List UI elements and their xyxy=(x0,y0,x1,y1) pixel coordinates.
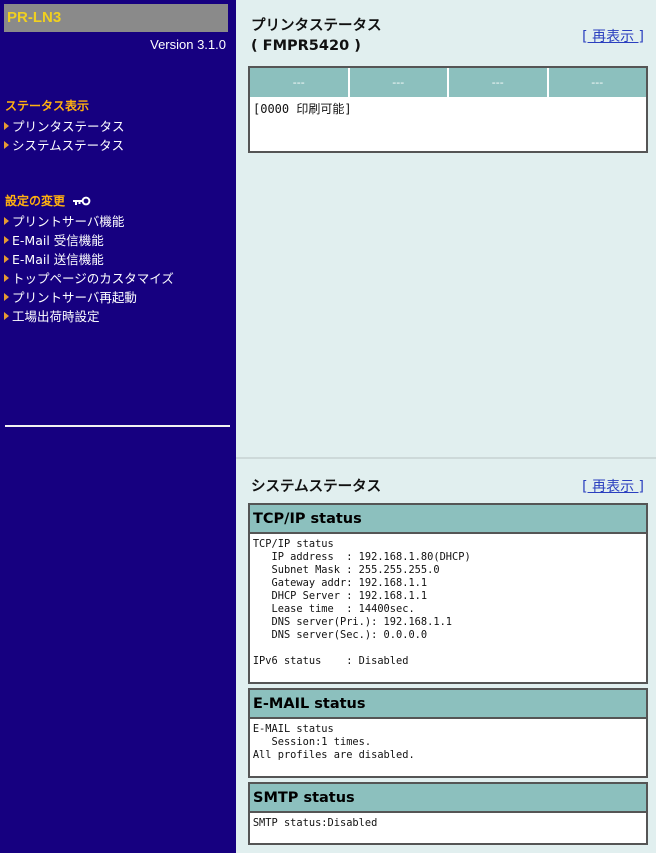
arrow-right-icon xyxy=(4,274,9,282)
printer-status-table: --- --- --- --- [0000 印刷可能] xyxy=(248,66,648,153)
menu-item-label: E-Mail 受信機能 xyxy=(12,233,104,248)
printer-refresh-link[interactable]: [ 再表示 ] xyxy=(582,26,644,46)
arrow-right-icon xyxy=(4,236,9,244)
brand-name: PR-LN3 xyxy=(7,9,62,26)
status-column-header: --- xyxy=(548,68,646,97)
system-refresh-link[interactable]: [ 再表示 ] xyxy=(582,476,644,496)
version-label: Version 3.1.0 xyxy=(150,37,226,52)
email-status-box: E-MAIL status E-MAIL status Session:1 ti… xyxy=(248,688,648,778)
menu-item-label: E-Mail 送信機能 xyxy=(12,252,104,267)
printer-status-message: [0000 印刷可能] xyxy=(253,102,352,116)
menu-item-label: プリントサーバ機能 xyxy=(12,214,125,229)
menu-item-label: トップページのカスタマイズ xyxy=(12,271,174,286)
arrow-right-icon xyxy=(4,217,9,225)
settings-menu-heading: 設定の変更 xyxy=(5,192,92,209)
sidebar: PR-LN3 Version 3.1.0 ステータス表示 プリンタステータス シ… xyxy=(0,0,236,853)
tcpip-status-box: TCP/IP status TCP/IP status IP address :… xyxy=(248,503,648,684)
menu-item-label: プリンタステータス xyxy=(12,119,125,134)
status-header-row: --- --- --- --- xyxy=(250,68,646,97)
menu-item-print-server-restart[interactable]: プリントサーバ再起動 xyxy=(4,287,137,306)
menu-item-printer-status[interactable]: プリンタステータス xyxy=(4,116,125,135)
arrow-right-icon xyxy=(4,255,9,263)
arrow-right-icon xyxy=(4,293,9,301)
sidebar-divider xyxy=(5,425,230,427)
arrow-right-icon xyxy=(4,141,9,149)
settings-heading-label: 設定の変更 xyxy=(5,194,66,208)
printer-status-panel: プリンタステータス ( FMPR5420 ) [ 再表示 ] --- --- -… xyxy=(236,0,656,457)
brand-box: PR-LN3 xyxy=(4,4,228,32)
status-column-header: --- xyxy=(250,68,350,97)
menu-item-email-receive[interactable]: E-Mail 受信機能 xyxy=(4,230,104,249)
arrow-right-icon xyxy=(4,122,9,130)
smtp-status-body: SMTP status:Disabled xyxy=(252,816,378,829)
smtp-status-box: SMTP status SMTP status:Disabled xyxy=(248,782,648,845)
email-status-title: E-MAIL status xyxy=(250,690,646,719)
menu-item-label: システムステータス xyxy=(12,138,125,153)
status-column-header: --- xyxy=(349,68,449,97)
system-status-panel: システムステータス [ 再表示 ] TCP/IP status TCP/IP s… xyxy=(236,459,656,853)
email-status-body: E-MAIL status Session:1 times. All profi… xyxy=(252,722,415,761)
menu-item-print-server[interactable]: プリントサーバ機能 xyxy=(4,211,124,230)
menu-item-factory-reset[interactable]: 工場出荷時設定 xyxy=(4,306,100,325)
menu-item-label: 工場出荷時設定 xyxy=(12,309,100,324)
tcpip-status-title: TCP/IP status xyxy=(250,505,646,534)
tcpip-status-body: TCP/IP status IP address : 192.168.1.80(… xyxy=(252,537,471,667)
menu-item-top-page-customize[interactable]: トップページのカスタマイズ xyxy=(4,268,174,287)
menu-item-label: プリントサーバ再起動 xyxy=(12,290,137,305)
system-status-title: システムステータス xyxy=(251,479,382,495)
printer-status-title: プリンタステータス xyxy=(251,18,382,34)
printer-model: ( FMPR5420 ) xyxy=(251,38,361,54)
status-menu-heading: ステータス表示 xyxy=(5,99,90,113)
arrow-right-icon xyxy=(4,312,9,320)
smtp-status-title: SMTP status xyxy=(250,784,646,813)
status-column-header: --- xyxy=(449,68,549,97)
menu-item-system-status[interactable]: システムステータス xyxy=(4,135,124,154)
key-icon xyxy=(73,196,91,206)
menu-item-email-send[interactable]: E-Mail 送信機能 xyxy=(4,249,104,268)
